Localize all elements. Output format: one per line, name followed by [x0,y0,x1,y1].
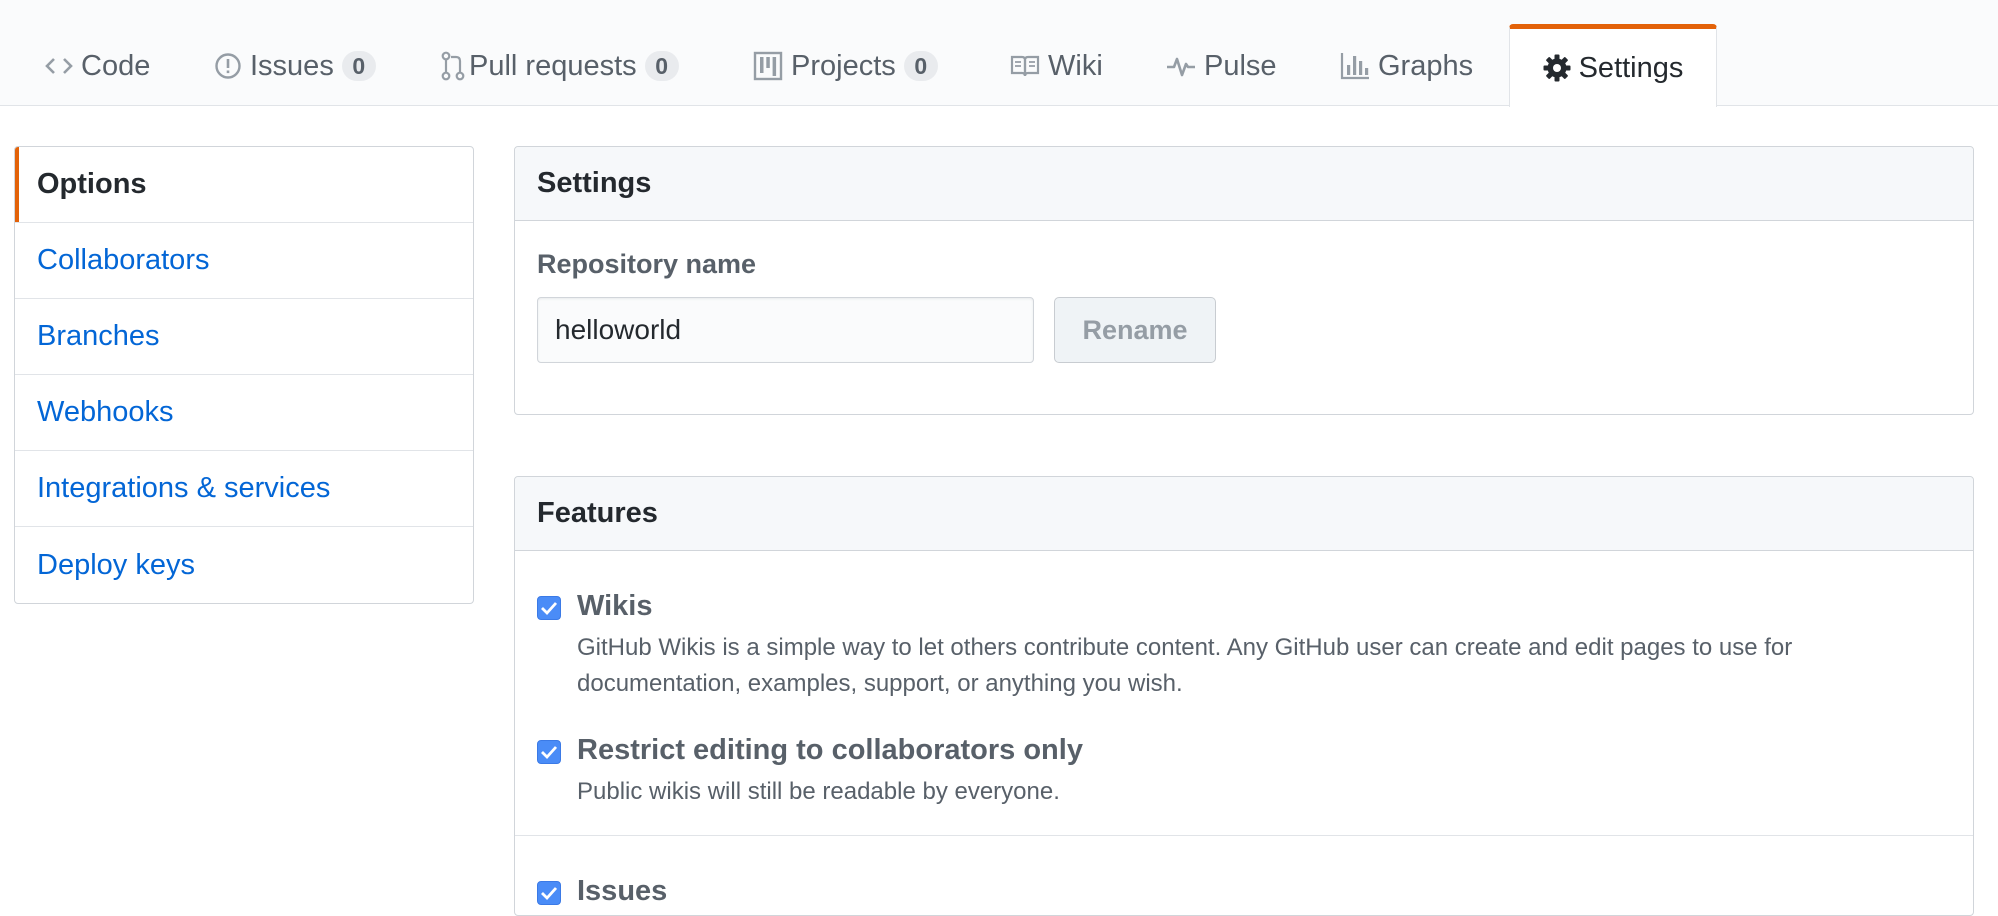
graph-icon [1340,52,1370,80]
wikis-description: GitHub Wikis is a simple way to let othe… [577,630,1917,702]
wikis-description-line: documentation, examples, support, or any… [577,670,1183,697]
settings-menu: Options Collaborators Branches Webhooks … [14,146,474,604]
tab-label: Graphs [1378,49,1474,82]
tab-label: Issues [250,49,334,82]
restrict-editing-checkbox[interactable] [537,740,561,764]
issues-checkbox[interactable] [537,881,561,905]
pull-requests-counter: 0 [644,51,679,81]
code-icon [45,55,73,77]
tab-label: Projects [791,49,896,82]
pull-request-icon [441,50,465,82]
menu-item-webhooks[interactable]: Webhooks [15,375,473,451]
tab-settings[interactable]: Settings [1509,24,1717,107]
settings-panel: Settings Repository name Rename [514,146,1974,415]
tab-label: Wiki [1048,49,1103,82]
features-panel-title: Features [515,477,1973,551]
book-icon [1010,54,1040,78]
menu-item-integrations[interactable]: Integrations & services [15,451,473,527]
check-icon [541,602,558,616]
tab-pull-requests[interactable]: Pull requests 0 [441,26,679,106]
wikis-description-line: GitHub Wikis is a simple way to let othe… [577,634,1793,661]
repo-nav: Code Issues 0 Pull requests 0 Projects 0… [0,0,1998,107]
menu-item-branches[interactable]: Branches [15,299,473,375]
menu-item-collaborators[interactable]: Collaborators [15,223,473,299]
tab-pulse[interactable]: Pulse [1166,26,1277,106]
tab-label: Settings [1578,51,1684,84]
feature-divider [515,835,1973,836]
rename-button[interactable]: Rename [1054,297,1216,363]
tab-label: Pulse [1204,49,1277,82]
restrict-editing-description: Public wikis will still be readable by e… [577,774,1917,810]
tab-issues[interactable]: Issues 0 [214,26,376,106]
tab-projects[interactable]: Projects 0 [753,26,938,106]
check-icon [541,887,558,901]
tab-graphs[interactable]: Graphs [1340,26,1473,106]
tab-wiki[interactable]: Wiki [1010,26,1103,106]
restrict-editing-description-line: Public wikis will still be readable by e… [577,778,1060,805]
check-icon [541,746,558,760]
projects-counter: 0 [903,51,938,81]
issues-label: Issues [577,875,668,907]
features-panel: Features Wikis GitHub Wikis is a simple … [514,476,1974,916]
repository-name-input[interactable] [537,297,1034,363]
restrict-editing-label: Restrict editing to collaborators only [577,734,1083,766]
wikis-label: Wikis [577,590,653,622]
pulse-icon [1166,54,1196,78]
tab-label: Pull requests [469,49,637,82]
gear-icon [1543,54,1571,82]
issue-icon [214,52,242,80]
tab-label: Code [81,49,151,82]
tab-code[interactable]: Code [45,26,150,106]
issues-counter: 0 [341,51,376,81]
menu-item-options[interactable]: Options [15,147,473,223]
repository-name-label: Repository name [537,249,757,279]
project-icon [753,51,783,81]
wikis-checkbox[interactable] [537,596,561,620]
settings-panel-title: Settings [515,147,1973,221]
menu-item-deploy-keys[interactable]: Deploy keys [15,527,473,603]
